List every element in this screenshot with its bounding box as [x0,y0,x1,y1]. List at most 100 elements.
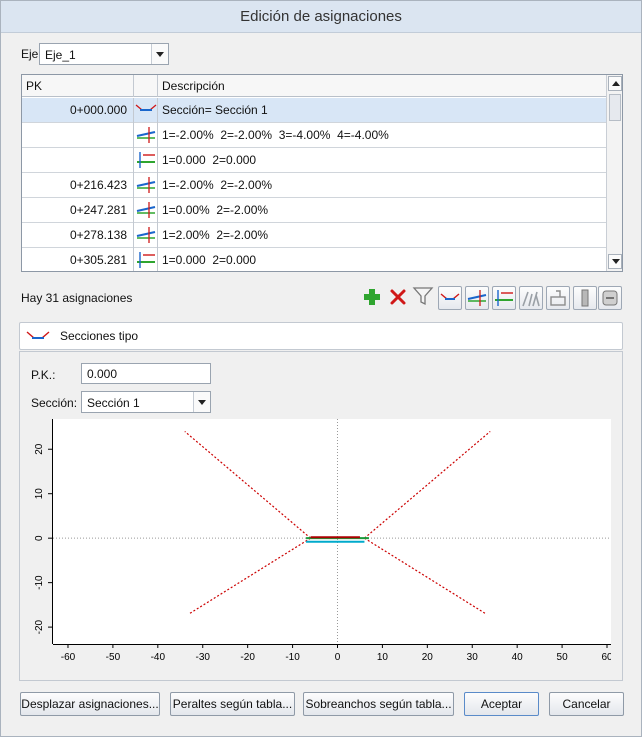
widening-icon [137,252,155,268]
row-icon-cell [134,98,158,123]
x-tick-label: 20 [422,652,434,663]
y-axis: -20 -10 0 10 20 [34,419,53,644]
cancel-button[interactable]: Cancelar [549,692,624,716]
widening-icon [137,152,155,168]
pk-input[interactable]: 0.000 [81,363,211,384]
cross-section-svg [53,419,611,644]
x-axis: -60 -50 -40 -30 -20 -10 0 10 20 30 40 50 60 [53,644,611,663]
row-icon-cell [134,123,158,148]
x-tick-label: -20 [240,652,255,663]
scroll-up-button[interactable] [608,76,622,91]
table-row[interactable]: 1=-2.00% 2=-2.00% 3=-4.00% 4=-4.00% [22,123,606,148]
series-line [184,430,311,539]
pk-input-value: 0.000 [87,367,118,381]
scroll-thumb[interactable] [609,94,621,121]
chevron-down-icon[interactable] [193,392,210,412]
axis-select-value: Eje_1 [45,48,76,62]
x-tick-label: -50 [106,652,121,663]
x-tick-label: -40 [151,652,166,663]
superelevation-icon [136,227,156,243]
x-tick-label: -10 [285,652,300,663]
section-select[interactable]: Sección 1 [81,391,211,413]
row-icon-cell [134,173,158,198]
x-tick-label: 10 [377,652,389,663]
structure-tool-button[interactable] [546,286,570,310]
row-pk: 0+247.281 [22,198,134,223]
shift-assignments-button[interactable]: Desplazar asignaciones... [20,692,160,716]
series-line [188,537,311,615]
y-tick-label: 0 [34,535,45,541]
x-tick-label: 0 [335,652,341,663]
widening-tool-button[interactable] [492,286,516,310]
table-row[interactable]: 0+247.281 1=0.00% 2=-2.00% [22,198,606,223]
x-tick-label: -60 [61,652,76,663]
table-row[interactable]: 0+305.281 1=0.000 2=0.000 [22,248,606,271]
slope-icon [522,291,540,307]
transfer-icon [602,290,618,306]
row-description: 1=0.00% 2=-2.00% [162,203,269,217]
column-header-pk[interactable]: PK [22,75,134,97]
superelevation-table-button[interactable]: Peraltes según tabla... [170,692,295,716]
section-label: Sección: [31,396,78,410]
row-icon-cell [134,148,158,173]
section-types-header[interactable]: Secciones tipo [19,322,623,350]
row-description: 1=-2.00% 2=-2.00% [162,178,273,192]
superelevation-tool-button[interactable] [465,286,489,310]
row-pk [22,148,134,173]
delete-icon[interactable] [387,286,409,308]
slope-tool-button[interactable] [519,286,543,310]
y-tick-label: -20 [34,619,45,634]
row-pk: 0+305.281 [22,248,134,271]
superelevation-icon [136,127,156,143]
scroll-down-button[interactable] [608,254,622,269]
table-row[interactable]: 0+000.000 Sección= Sección 1 [22,98,606,123]
section-select-value: Sección 1 [87,396,140,410]
row-description: Sección= Sección 1 [162,103,268,117]
row-pk: 0+000.000 [22,98,134,123]
section-type-icon [440,293,460,300]
y-tick-label: -10 [34,575,45,590]
chevron-down-icon[interactable] [151,44,168,64]
table-row[interactable]: 0+216.423 1=-2.00% 2=-2.00% [22,173,606,198]
x-tick-label: 30 [467,652,479,663]
axis-select[interactable]: Eje_1 [39,43,169,65]
column-header-icon[interactable] [134,75,158,97]
x-tick-label: 40 [512,652,524,663]
row-icon-cell [134,248,158,271]
x-tick-label: 60 [601,652,611,663]
row-pk: 0+216.423 [22,173,134,198]
x-tick-label: 50 [557,652,569,663]
y-tick-label: 20 [34,443,45,455]
row-icon-cell [134,223,158,248]
superelevation-icon [136,177,156,193]
row-description: 1=0.000 2=0.000 [162,153,257,167]
row-pk [22,123,134,148]
table-header: PK Descripción [22,75,606,97]
column-header-description[interactable]: Descripción [158,75,606,97]
table-row[interactable]: 0+278.138 1=2.00% 2=-2.00% [22,223,606,248]
section-type-icon [135,104,157,111]
assignments-table: PK Descripción 0+000.000 Sección= Sección… [21,74,623,272]
table-row[interactable]: 1=0.000 2=0.000 [22,148,606,173]
structure-icon [550,290,566,306]
transfer-tool-button[interactable] [598,286,622,310]
row-icon-cell [134,198,158,223]
assignment-count: Hay 31 asignaciones [21,291,133,305]
cross-section-chart[interactable] [53,419,611,644]
pk-label: P.K.: [31,368,56,382]
column-icon [581,289,589,307]
filter-icon[interactable] [412,285,434,307]
table-scrollbar[interactable] [606,75,622,271]
row-description: 1=2.00% 2=-2.00% [162,228,269,242]
column-tool-button[interactable] [573,286,597,310]
add-icon[interactable] [361,286,383,308]
row-description: 1=0.000 2=0.000 [162,253,257,267]
widening-table-button[interactable]: Sobreanchos según tabla... [303,692,454,716]
accept-button[interactable]: Aceptar [464,692,539,716]
section-type-tool-button[interactable] [438,286,462,310]
superelevation-icon [467,290,487,306]
section-type-icon [26,331,50,339]
section-types-title: Secciones tipo [60,329,139,343]
series-line [364,430,491,539]
series-line [364,537,487,615]
